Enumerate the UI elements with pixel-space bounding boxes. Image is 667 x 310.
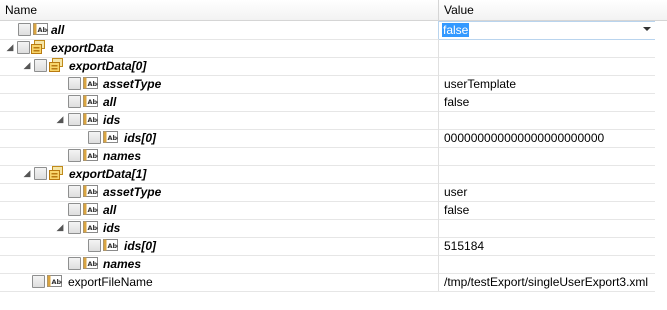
scrollbar-track[interactable] [655,21,667,310]
row-checkbox[interactable] [88,239,101,252]
node-label: all [103,203,117,217]
abc-text-icon [83,257,98,269]
column-divider [438,273,439,291]
abc-text-icon [83,77,98,89]
row-checkbox[interactable] [34,59,47,72]
expand-triangle-icon[interactable]: ◢ [5,42,15,52]
row-checkbox[interactable] [18,23,31,36]
tree-row-ids[interactable]: ◢ ids [0,111,667,130]
column-divider [438,111,439,129]
tree-row-ids-0[interactable]: ids[0] 515184 [0,237,667,256]
tree-row-names[interactable]: names [0,147,667,166]
table-header: Name Value [0,0,667,21]
row-checkbox[interactable] [68,77,81,90]
chevron-down-icon[interactable] [643,27,651,31]
abc-text-icon [83,185,98,197]
row-checkbox[interactable] [68,113,81,126]
abc-text-icon [83,149,98,161]
column-divider[interactable] [438,0,439,20]
abc-text-icon [103,239,118,251]
node-label: all [51,23,65,37]
abc-text-icon [83,113,98,125]
node-value[interactable]: userTemplate [444,77,516,91]
expand-triangle-icon[interactable]: ◢ [55,222,65,232]
tree-row-all[interactable]: all false [0,201,667,220]
node-value[interactable]: false [444,95,469,109]
column-divider [438,183,439,201]
column-divider [438,201,439,219]
column-divider [438,255,439,273]
tree-row-assettype[interactable]: assetType userTemplate [0,75,667,94]
tree-row-exportdata-0[interactable]: ◢ exportData[0] [0,57,667,76]
node-label: exportData[1] [69,167,147,181]
abc-text-icon [83,95,98,107]
tree-row-exportdata-1[interactable]: ◢ exportData[1] [0,165,667,184]
node-label: ids[0] [124,239,157,253]
node-label: all [103,95,117,109]
row-checkbox[interactable] [34,167,47,180]
row-checkbox[interactable] [68,149,81,162]
expand-triangle-icon[interactable]: ◢ [22,168,32,178]
node-value[interactable]: 515184 [444,239,484,253]
column-divider [438,75,439,93]
column-divider [438,39,439,57]
abc-text-icon [83,221,98,233]
node-label: assetType [103,185,162,199]
abc-text-icon [103,131,118,143]
tree-row-ids-0[interactable]: ids[0] 000000000000000000000000 [0,129,667,148]
column-divider [438,93,439,111]
node-label: names [103,257,142,271]
object-node-icon [31,40,45,54]
combo-selected-value[interactable]: false [442,23,470,37]
tree-row-ids[interactable]: ◢ ids [0,219,667,238]
column-divider [438,165,439,183]
column-divider [438,129,439,147]
node-value[interactable]: 000000000000000000000000 [444,131,604,145]
node-value[interactable]: user [444,185,467,199]
node-value[interactable]: /tmp/testExport/singleUserExport3.xml [444,275,648,289]
column-divider [438,237,439,255]
value-combo[interactable] [438,21,656,40]
row-checkbox[interactable] [68,221,81,234]
row-checkbox[interactable] [17,41,30,54]
column-divider [438,147,439,165]
object-node-icon [49,58,63,72]
node-label: exportFileName [68,275,153,289]
column-header-value[interactable]: Value [444,3,474,17]
node-label: assetType [103,77,162,91]
row-checkbox[interactable] [68,185,81,198]
node-value[interactable]: false [444,203,469,217]
node-label: ids [103,221,121,235]
expand-triangle-icon[interactable]: ◢ [55,114,65,124]
column-header-name[interactable]: Name [5,3,37,17]
tree-row-exportdata[interactable]: ◢ exportData [0,39,667,58]
node-label: ids[0] [124,131,157,145]
node-label: exportData[0] [69,59,147,73]
row-checkbox[interactable] [68,257,81,270]
row-checkbox[interactable] [68,95,81,108]
column-divider [438,219,439,237]
row-checkbox[interactable] [88,131,101,144]
row-checkbox[interactable] [68,203,81,216]
abc-text-icon [33,23,48,35]
tree-row-names[interactable]: names [0,255,667,274]
column-divider [438,57,439,75]
node-label: names [103,149,142,163]
tree-row-assettype[interactable]: assetType user [0,183,667,202]
tree-row-exportfilename[interactable]: exportFileName /tmp/testExport/singleUse… [0,273,667,292]
node-label: exportData [51,41,114,55]
node-label: ids [103,113,121,127]
object-node-icon [49,166,63,180]
tree-row-all[interactable]: all false [0,93,667,112]
expand-triangle-icon[interactable]: ◢ [22,60,32,70]
abc-text-icon [47,275,62,287]
tree-row-all[interactable]: all false [0,21,667,40]
abc-text-icon [83,203,98,215]
row-checkbox[interactable] [32,275,45,288]
